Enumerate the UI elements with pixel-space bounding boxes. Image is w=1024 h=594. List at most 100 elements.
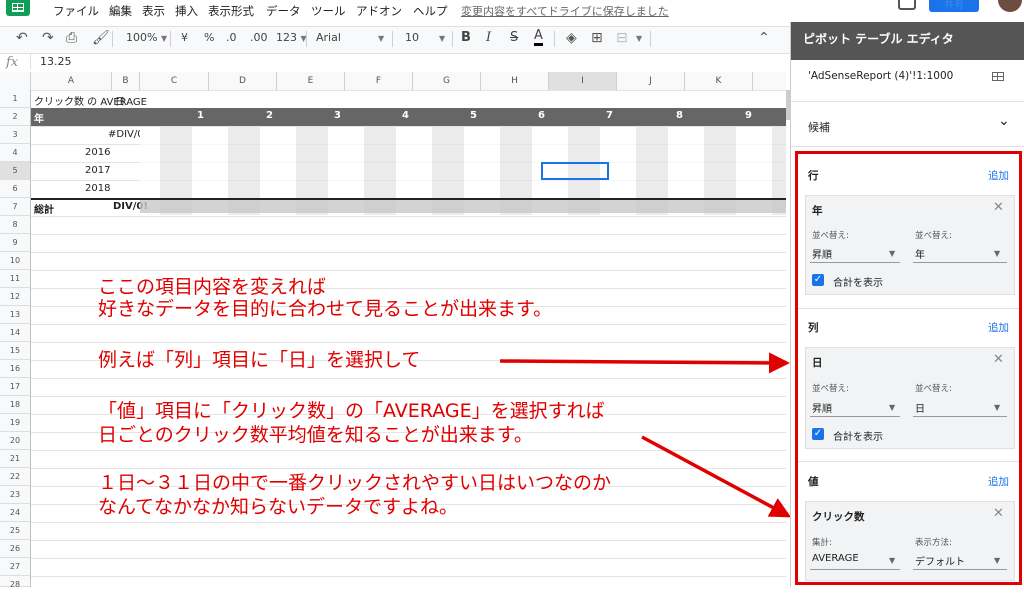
columns-sortby-select[interactable]: 日 [915,400,925,415]
year-cell[interactable]: 2018 [85,183,110,194]
chevron-down-icon[interactable]: ▼ [994,556,1000,565]
column-header[interactable]: F [345,72,413,90]
row-header[interactable]: 27 [0,558,30,576]
font-size-chevron-down-icon[interactable]: ▼ [439,34,445,43]
row-header[interactable]: 28 [0,576,30,589]
menu-edit[interactable]: 編集 [109,3,132,19]
day-header-cell[interactable]: 7 [606,110,613,121]
strikethrough-button[interactable]: S [510,30,518,45]
total-label-cell[interactable]: 総計 [34,201,54,216]
column-header[interactable]: C [140,72,209,90]
row-header[interactable]: 15 [0,342,30,360]
day-header-cell[interactable]: 6 [538,110,545,121]
year-cell[interactable]: 2017 [85,165,110,176]
row-header[interactable]: 1 [0,90,30,108]
menu-view[interactable]: 表示 [142,3,165,19]
row-header[interactable]: 9 [0,234,30,252]
values-aggregate-select[interactable]: AVERAGE [812,553,859,564]
font-chevron-down-icon[interactable]: ▼ [378,34,384,43]
menu-help[interactable]: ヘルプ [413,3,448,19]
day-header-cell[interactable]: 1 [197,110,204,121]
decrease-decimal-button[interactable]: .0 [226,31,237,44]
row-header[interactable]: 21 [0,450,30,468]
row-header[interactable]: 26 [0,540,30,558]
row-header[interactable]: 13 [0,306,30,324]
merge-chevron-down-icon[interactable]: ▼ [636,34,642,43]
redo-icon[interactable]: ↷ [42,30,54,46]
row-header[interactable]: 24 [0,504,30,522]
values-display-select[interactable]: デフォルト [915,553,965,568]
show-total-checkbox[interactable]: ✓ [812,274,824,286]
menu-format[interactable]: 表示形式 [208,3,254,19]
fill-color-icon[interactable]: ◈ [566,30,577,46]
chevron-down-icon[interactable]: ▼ [889,556,895,565]
close-icon[interactable]: ✕ [993,200,1004,215]
column-header[interactable]: D [209,72,277,90]
share-button[interactable]: 共有 [929,0,979,12]
font-select[interactable]: Arial [316,31,341,44]
save-status-link[interactable]: 変更内容をすべてドライブに保存しました [461,3,669,19]
chevron-down-icon[interactable]: ▼ [994,249,1000,258]
year-cell[interactable]: 2016 [85,147,110,158]
print-icon[interactable]: ⎙ [66,30,77,46]
rows-add-button[interactable]: 追加 [988,168,1009,183]
comment-history-icon[interactable] [898,0,916,10]
day-header-cell[interactable]: 2 [266,110,273,121]
pivot-title-cell[interactable]: クリック数 の AVERAGE [34,93,147,108]
paint-format-icon[interactable]: 🖌 [92,30,110,46]
rows-sortby-select[interactable]: 年 [915,246,925,261]
menu-insert[interactable]: 挿入 [175,3,198,19]
day-header-cell[interactable]: 5 [470,110,477,121]
select-range-icon[interactable] [992,72,1004,81]
menu-data[interactable]: データ [266,3,301,19]
pivot-row-field-cell[interactable]: 年 [34,110,44,125]
chevron-down-icon[interactable]: ▼ [889,403,895,412]
row-header[interactable]: 4 [0,144,30,162]
borders-icon[interactable]: ⊞ [591,30,603,46]
row-header[interactable]: 22 [0,468,30,486]
row-header[interactable]: 7 [0,198,30,216]
font-size-select[interactable]: 10 [405,31,419,44]
increase-decimal-button[interactable]: .00 [250,31,268,44]
more-formats-select[interactable]: 123 ▼ [276,31,307,44]
italic-button[interactable]: I [486,30,491,45]
column-header-selected[interactable]: I [549,72,617,90]
day-header-cell[interactable]: 8 [676,110,683,121]
menu-tools[interactable]: ツール [311,3,346,19]
column-header[interactable]: B [112,72,140,90]
column-header[interactable]: K [685,72,753,90]
row-header[interactable]: 25 [0,522,30,540]
menu-file[interactable]: ファイル [53,3,99,19]
column-header[interactable]: E [277,72,345,90]
chevron-down-icon[interactable]: ▼ [994,403,1000,412]
row-header[interactable]: 20 [0,432,30,450]
row-header[interactable]: 2 [0,108,30,126]
bold-button[interactable]: B [461,30,471,45]
data-range-text[interactable]: 'AdSenseReport (4)'!1:1000 [808,70,953,82]
row-header[interactable]: 3 [0,126,30,144]
undo-icon[interactable]: ↶ [16,30,28,46]
row-header[interactable]: 18 [0,396,30,414]
text-color-button[interactable]: A [534,29,543,46]
row-header[interactable]: 12 [0,288,30,306]
chevron-down-icon[interactable]: ▼ [889,249,895,258]
error-cell[interactable]: #DIV/0! [108,129,140,140]
percent-format-button[interactable]: % [204,31,214,44]
values-add-button[interactable]: 追加 [988,474,1009,489]
zoom-select[interactable]: 100% ▼ [126,31,167,44]
columns-sort-select[interactable]: 昇順 [812,400,832,415]
close-icon[interactable]: ✕ [993,506,1004,521]
suggestions-label[interactable]: 候補 [808,119,830,135]
pivot-column-field-cell[interactable]: 日 [115,93,125,108]
day-header-cell[interactable]: 3 [334,110,341,121]
rows-sort-select[interactable]: 昇順 [812,246,832,261]
formula-input[interactable]: 13.25 [40,55,72,68]
row-header[interactable]: 6 [0,180,30,198]
currency-format-button[interactable]: ¥ [181,31,188,44]
row-header[interactable]: 11 [0,270,30,288]
sheets-logo-icon[interactable] [6,0,30,16]
column-header[interactable]: G [413,72,481,90]
row-header[interactable]: 8 [0,216,30,234]
merge-cells-icon[interactable]: ⊟ [616,30,628,46]
collapse-toolbar-icon[interactable]: ⌃ [758,30,770,46]
